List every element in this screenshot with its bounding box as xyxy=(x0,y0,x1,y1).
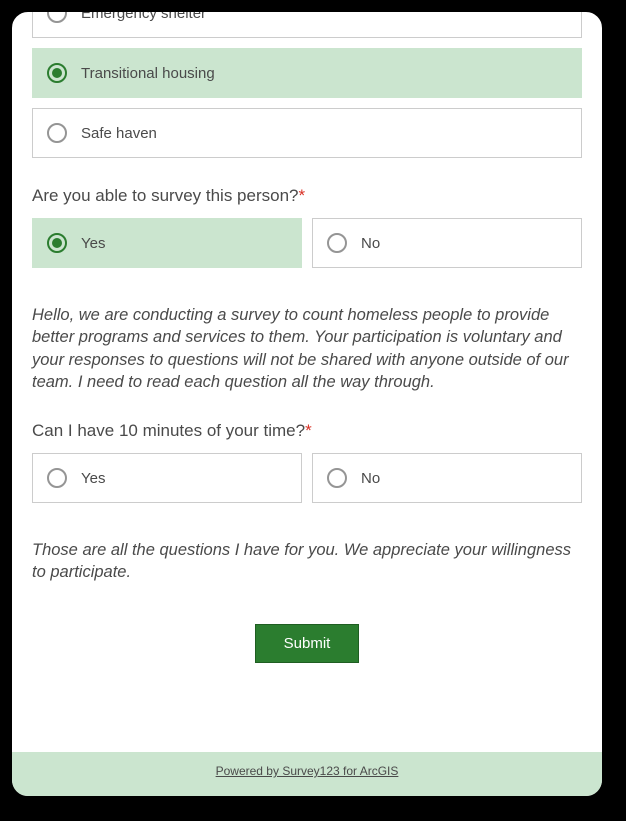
question-label-text: Can I have 10 minutes of your time? xyxy=(32,421,305,440)
ten-minutes-options: Yes No xyxy=(32,453,582,503)
able-to-survey-question: Are you able to survey this person?* Yes… xyxy=(32,186,582,268)
option-label: Yes xyxy=(81,470,105,487)
option-label: Emergency shelter xyxy=(81,12,206,22)
radio-icon xyxy=(47,468,67,488)
question-label-text: Are you able to survey this person? xyxy=(32,186,298,205)
shelter-type-options: Emergency shelter Transitional housing S… xyxy=(32,12,582,158)
form-content: Emergency shelter Transitional housing S… xyxy=(12,12,602,752)
option-emergency-shelter[interactable]: Emergency shelter xyxy=(32,12,582,38)
option-no[interactable]: No xyxy=(312,218,582,268)
option-label: Safe haven xyxy=(81,125,157,142)
option-safe-haven[interactable]: Safe haven xyxy=(32,108,582,158)
tablet-frame: Emergency shelter Transitional housing S… xyxy=(0,0,614,808)
question-label: Can I have 10 minutes of your time?* xyxy=(32,421,582,441)
required-mark: * xyxy=(298,186,305,205)
submit-container: Submit xyxy=(32,624,582,663)
radio-icon xyxy=(47,233,67,253)
footer-bar: Powered by Survey123 for ArcGIS xyxy=(12,752,602,796)
radio-icon xyxy=(47,63,67,83)
shelter-type-question: Emergency shelter Transitional housing S… xyxy=(32,12,582,158)
question-label: Are you able to survey this person?* xyxy=(32,186,582,206)
radio-icon xyxy=(47,123,67,143)
able-to-survey-options: Yes No xyxy=(32,218,582,268)
option-label: Yes xyxy=(81,235,105,252)
radio-icon xyxy=(327,233,347,253)
option-transitional-housing[interactable]: Transitional housing xyxy=(32,48,582,98)
option-label: Transitional housing xyxy=(81,65,215,82)
ten-minutes-question: Can I have 10 minutes of your time?* Yes… xyxy=(32,421,582,503)
option-no[interactable]: No xyxy=(312,453,582,503)
radio-icon xyxy=(47,12,67,23)
outro-script-text: Those are all the questions I have for y… xyxy=(32,539,582,584)
submit-button[interactable]: Submit xyxy=(255,624,360,663)
option-label: No xyxy=(361,235,380,252)
option-yes[interactable]: Yes xyxy=(32,453,302,503)
option-yes[interactable]: Yes xyxy=(32,218,302,268)
radio-icon xyxy=(327,468,347,488)
intro-script-text: Hello, we are conducting a survey to cou… xyxy=(32,304,582,393)
powered-by-link[interactable]: Powered by Survey123 for ArcGIS xyxy=(216,764,399,778)
option-label: No xyxy=(361,470,380,487)
required-mark: * xyxy=(305,421,312,440)
screen: Emergency shelter Transitional housing S… xyxy=(12,12,602,796)
